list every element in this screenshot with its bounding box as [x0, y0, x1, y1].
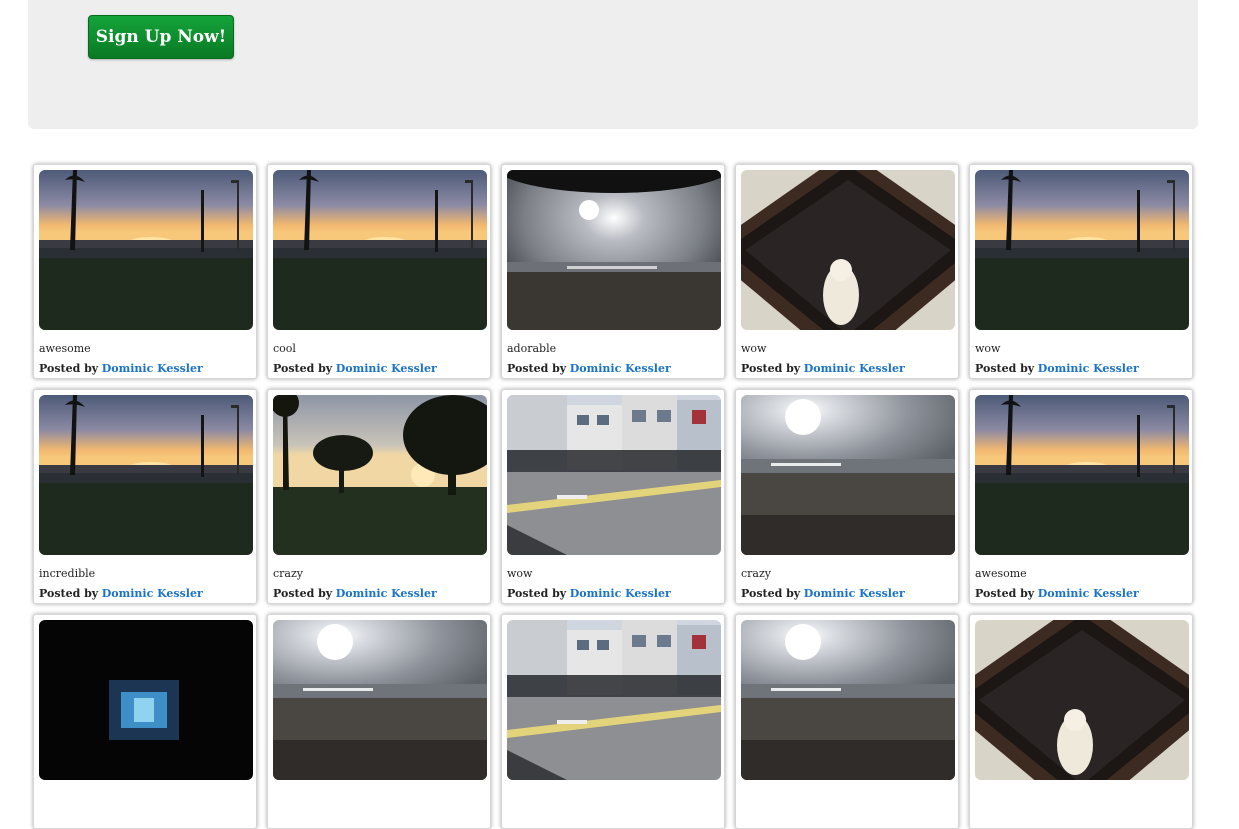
author-link[interactable]: Dominic Kessler — [102, 362, 203, 375]
photo-caption: awesome — [975, 567, 1027, 580]
photo-thumbnail[interactable] — [39, 170, 253, 330]
photo-card — [969, 614, 1193, 829]
posted-by-label: Posted by — [507, 362, 567, 375]
posted-by-line: Posted by Dominic Kessler — [741, 362, 905, 375]
author-link[interactable]: Dominic Kessler — [336, 362, 437, 375]
posted-by-label: Posted by — [741, 587, 801, 600]
photo-card: wow Posted by Dominic Kessler — [969, 164, 1193, 379]
photo-card: wow Posted by Dominic Kessler — [501, 389, 725, 604]
photo-card: adorable Posted by Dominic Kessler — [501, 164, 725, 379]
photo-grid: awesome Posted by Dominic Kessler cool Pos… — [0, 0, 1239, 829]
author-link[interactable]: Dominic Kessler — [804, 587, 905, 600]
photo-thumbnail[interactable] — [273, 395, 487, 555]
posted-by-line: Posted by Dominic Kessler — [975, 587, 1139, 600]
photo-thumbnail[interactable] — [39, 395, 253, 555]
author-link[interactable]: Dominic Kessler — [336, 587, 437, 600]
photo-thumbnail[interactable] — [273, 170, 487, 330]
posted-by-label: Posted by — [273, 362, 333, 375]
photo-card: awesome Posted by Dominic Kessler — [969, 389, 1193, 604]
photo-thumbnail[interactable] — [741, 170, 955, 330]
posted-by-label: Posted by — [39, 362, 99, 375]
photo-caption: wow — [741, 342, 767, 355]
posted-by-label: Posted by — [507, 587, 567, 600]
photo-thumbnail[interactable] — [741, 620, 955, 780]
photo-thumbnail[interactable] — [975, 170, 1189, 330]
author-link[interactable]: Dominic Kessler — [102, 587, 203, 600]
photo-thumbnail[interactable] — [507, 170, 721, 330]
photo-thumbnail[interactable] — [507, 395, 721, 555]
posted-by-line: Posted by Dominic Kessler — [741, 587, 905, 600]
photo-card — [735, 614, 959, 829]
photo-caption: crazy — [273, 567, 303, 580]
photo-thumbnail[interactable] — [975, 620, 1189, 780]
photo-card: awesome Posted by Dominic Kessler — [33, 164, 257, 379]
posted-by-label: Posted by — [975, 362, 1035, 375]
photo-card — [33, 614, 257, 829]
photo-card: crazy Posted by Dominic Kessler — [735, 389, 959, 604]
photo-card: crazy Posted by Dominic Kessler — [267, 389, 491, 604]
photo-caption: incredible — [39, 567, 96, 580]
posted-by-line: Posted by Dominic Kessler — [39, 362, 203, 375]
author-link[interactable]: Dominic Kessler — [1038, 362, 1139, 375]
posted-by-line: Posted by Dominic Kessler — [507, 362, 671, 375]
photo-caption: awesome — [39, 342, 91, 355]
author-link[interactable]: Dominic Kessler — [1038, 587, 1139, 600]
author-link[interactable]: Dominic Kessler — [804, 362, 905, 375]
photo-caption: wow — [975, 342, 1001, 355]
photo-card — [267, 614, 491, 829]
posted-by-line: Posted by Dominic Kessler — [39, 587, 203, 600]
posted-by-line: Posted by Dominic Kessler — [975, 362, 1139, 375]
posted-by-label: Posted by — [741, 362, 801, 375]
posted-by-label: Posted by — [975, 587, 1035, 600]
author-link[interactable]: Dominic Kessler — [570, 587, 671, 600]
photo-thumbnail[interactable] — [39, 620, 253, 780]
author-link[interactable]: Dominic Kessler — [570, 362, 671, 375]
photo-thumbnail[interactable] — [741, 395, 955, 555]
photo-caption: adorable — [507, 342, 557, 355]
posted-by-label: Posted by — [273, 587, 333, 600]
photo-caption: cool — [273, 342, 296, 355]
posted-by-line: Posted by Dominic Kessler — [273, 587, 437, 600]
posted-by-line: Posted by Dominic Kessler — [507, 587, 671, 600]
posted-by-label: Posted by — [39, 587, 99, 600]
photo-caption: crazy — [741, 567, 771, 580]
photo-thumbnail[interactable] — [273, 620, 487, 780]
photo-card: incredible Posted by Dominic Kessler — [33, 389, 257, 604]
photo-card — [501, 614, 725, 829]
photo-thumbnail[interactable] — [975, 395, 1189, 555]
photo-card: wow Posted by Dominic Kessler — [735, 164, 959, 379]
photo-thumbnail[interactable] — [507, 620, 721, 780]
posted-by-line: Posted by Dominic Kessler — [273, 362, 437, 375]
photo-caption: wow — [507, 567, 533, 580]
photo-card: cool Posted by Dominic Kessler — [267, 164, 491, 379]
